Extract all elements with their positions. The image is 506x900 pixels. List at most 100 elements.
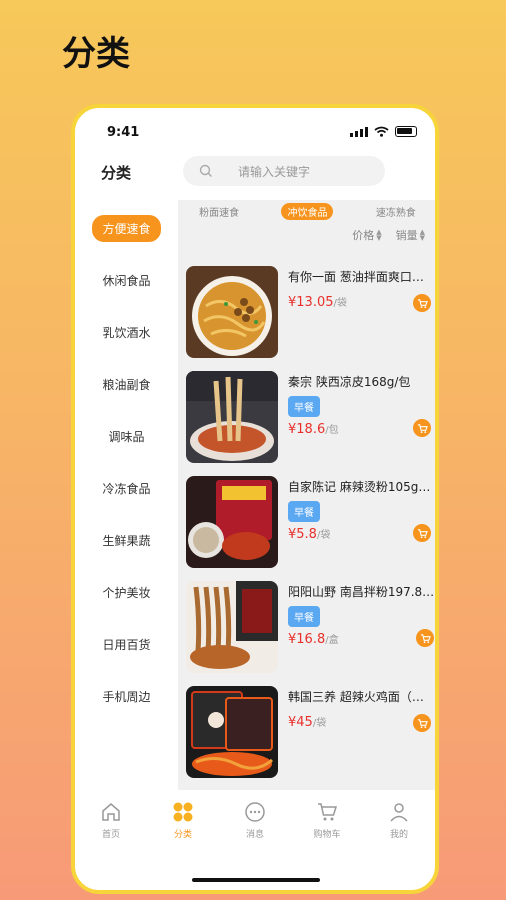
sidebar-item-label: 方便速食 <box>92 214 161 242</box>
tab-message[interactable]: 消息 <box>225 800 285 856</box>
product-price: ¥16.8 <box>288 632 326 647</box>
product-name: 自家陈记 麻辣烫粉105g… <box>288 480 431 494</box>
subtab[interactable]: 速冻熟食 <box>376 204 416 219</box>
sort-bar: 价格 ▲ ▼ 销量 ▲ ▼ <box>178 220 435 250</box>
home-icon <box>102 803 120 821</box>
sort-sales-button[interactable]: 销量 ▲ ▼ <box>396 227 425 243</box>
product-name: 阳阳山野 南昌拌粉197.8… <box>288 585 435 599</box>
sidebar-item-label: 乳饮酒水 <box>102 325 151 340</box>
sort-price-button[interactable]: 价格 ▲ ▼ <box>352 227 381 243</box>
sidebar-item-label: 手机周边 <box>102 689 151 704</box>
tab-label: 我的 <box>389 830 408 840</box>
sidebar-item[interactable]: 冷冻食品 <box>75 462 178 514</box>
product-price: ¥5.8 <box>288 527 317 542</box>
product-unit: /袋 <box>312 718 327 729</box>
tab-label: 分类 <box>173 830 192 840</box>
tab-label: 消息 <box>245 830 264 840</box>
page-heading: 分类 <box>62 34 130 74</box>
sidebar-item[interactable]: 乳饮酒水 <box>75 306 178 358</box>
product-tag: 早餐 <box>288 501 320 522</box>
sidebar-item[interactable]: 休闲食品 <box>75 254 178 306</box>
sort-arrows-icon: ▲ ▼ <box>419 228 425 242</box>
tab-profile[interactable]: 我的 <box>369 800 429 856</box>
sidebar-item-label: 粮油副食 <box>102 377 151 392</box>
battery-icon <box>395 126 417 137</box>
add-to-cart-button[interactable] <box>413 419 431 437</box>
product-image <box>186 266 278 358</box>
subtab[interactable]: 冲饮食品 <box>281 202 334 220</box>
cart-icon <box>417 718 428 728</box>
tab-cart[interactable]: 购物车 <box>297 800 357 856</box>
product-price-row: ¥16.8 /盒 <box>288 631 339 647</box>
sidebar-item-label: 调味品 <box>108 429 145 444</box>
product-card[interactable]: 有你一面 葱油拌面爽口… ¥13.05 /袋 <box>186 266 431 371</box>
search-placeholder: 请输入关键字 <box>238 164 311 179</box>
status-icons <box>350 126 417 137</box>
category-icon <box>173 802 193 822</box>
header-title: 分类 <box>101 164 132 182</box>
wifi-icon <box>374 126 389 137</box>
sidebar-item[interactable]: 方便速食 <box>75 202 178 254</box>
category-sidebar: 方便速食 休闲食品 乳饮酒水 粮油副食 调味品 冷冻食品 生鲜果蔬 个护美妆 日… <box>75 202 178 722</box>
product-price: ¥45 <box>288 715 313 730</box>
status-time: 9:41 <box>107 125 140 140</box>
add-to-cart-button[interactable] <box>416 629 435 647</box>
product-card[interactable]: 阳阳山野 南昌拌粉197.8… 早餐 ¥16.8 /盒 <box>186 581 435 686</box>
sidebar-item[interactable]: 手机周边 <box>75 670 178 722</box>
cart-icon <box>417 423 428 433</box>
search-icon <box>199 164 212 177</box>
subtab[interactable]: 粉面速食 <box>199 204 239 219</box>
tab-label: 首页 <box>101 830 120 840</box>
add-to-cart-button[interactable] <box>413 524 431 542</box>
product-price-row: ¥5.8 /袋 <box>288 526 330 542</box>
product-image <box>186 476 278 568</box>
cart-icon <box>417 528 428 538</box>
sidebar-item[interactable]: 粮油副食 <box>75 358 178 410</box>
product-card[interactable]: 韩国三养 超辣火鸡面（… ¥45 /袋 <box>186 686 431 790</box>
sort-price-label: 价格 <box>352 229 375 242</box>
bottom-tab-bar: 首页 分类 消息 购物车 我的 <box>75 800 435 856</box>
product-card[interactable]: 秦宗 陕西凉皮168g/包 早餐 ¥18.6 /包 <box>186 371 431 476</box>
product-tag: 早餐 <box>288 396 320 417</box>
cart-icon <box>318 803 338 821</box>
product-name: 秦宗 陕西凉皮168g/包 <box>288 375 411 389</box>
sidebar-item[interactable]: 日用百货 <box>75 618 178 670</box>
sort-arrows-icon: ▲ ▼ <box>376 228 382 242</box>
search-input[interactable]: 请输入关键字 <box>183 156 385 186</box>
product-image <box>186 371 278 463</box>
status-bar: 9:41 <box>75 124 435 144</box>
sidebar-item[interactable]: 个护美妆 <box>75 566 178 618</box>
home-indicator <box>192 878 320 882</box>
product-list: 有你一面 葱油拌面爽口… ¥13.05 /袋 秦宗 陕西凉皮168g/包 早餐 … <box>178 266 435 790</box>
subcategory-tabs: 粉面速食 冲饮食品 速冻熟食 <box>178 200 435 220</box>
product-image <box>186 581 278 673</box>
product-name: 有你一面 葱油拌面爽口… <box>288 270 424 284</box>
product-name: 韩国三养 超辣火鸡面（… <box>288 690 424 704</box>
add-to-cart-button[interactable] <box>413 714 431 732</box>
profile-icon <box>390 803 408 822</box>
cart-icon <box>417 298 428 308</box>
product-card[interactable]: 自家陈记 麻辣烫粉105g… 早餐 ¥5.8 /袋 <box>186 476 431 581</box>
sidebar-item-label: 冷冻食品 <box>102 481 151 496</box>
add-to-cart-button[interactable] <box>413 294 431 312</box>
tab-label: 购物车 <box>313 830 341 840</box>
product-price-row: ¥18.6 /包 <box>288 421 339 437</box>
product-price: ¥13.05 <box>288 295 334 310</box>
sidebar-item-label: 生鲜果蔬 <box>102 533 151 548</box>
product-unit: /袋 <box>333 298 347 309</box>
product-tag: 早餐 <box>288 606 320 627</box>
product-price: ¥18.6 <box>288 422 326 437</box>
product-image <box>186 686 278 778</box>
sidebar-item-label: 个护美妆 <box>102 585 151 600</box>
tab-category[interactable]: 分类 <box>153 800 213 856</box>
cart-icon <box>420 633 431 643</box>
product-unit: /包 <box>325 425 339 436</box>
sidebar-item[interactable]: 调味品 <box>75 410 178 462</box>
product-price-row: ¥45 /袋 <box>288 714 326 730</box>
phone-frame: 9:41 分类 请输入关键字 方便速食 休闲食品 乳饮酒水 粮油副食 调味品 冷… <box>71 104 439 894</box>
tab-home[interactable]: 首页 <box>81 800 141 856</box>
sidebar-item[interactable]: 生鲜果蔬 <box>75 514 178 566</box>
message-icon <box>245 802 265 822</box>
sidebar-item-label: 休闲食品 <box>102 273 151 288</box>
product-unit: /袋 <box>316 530 331 541</box>
